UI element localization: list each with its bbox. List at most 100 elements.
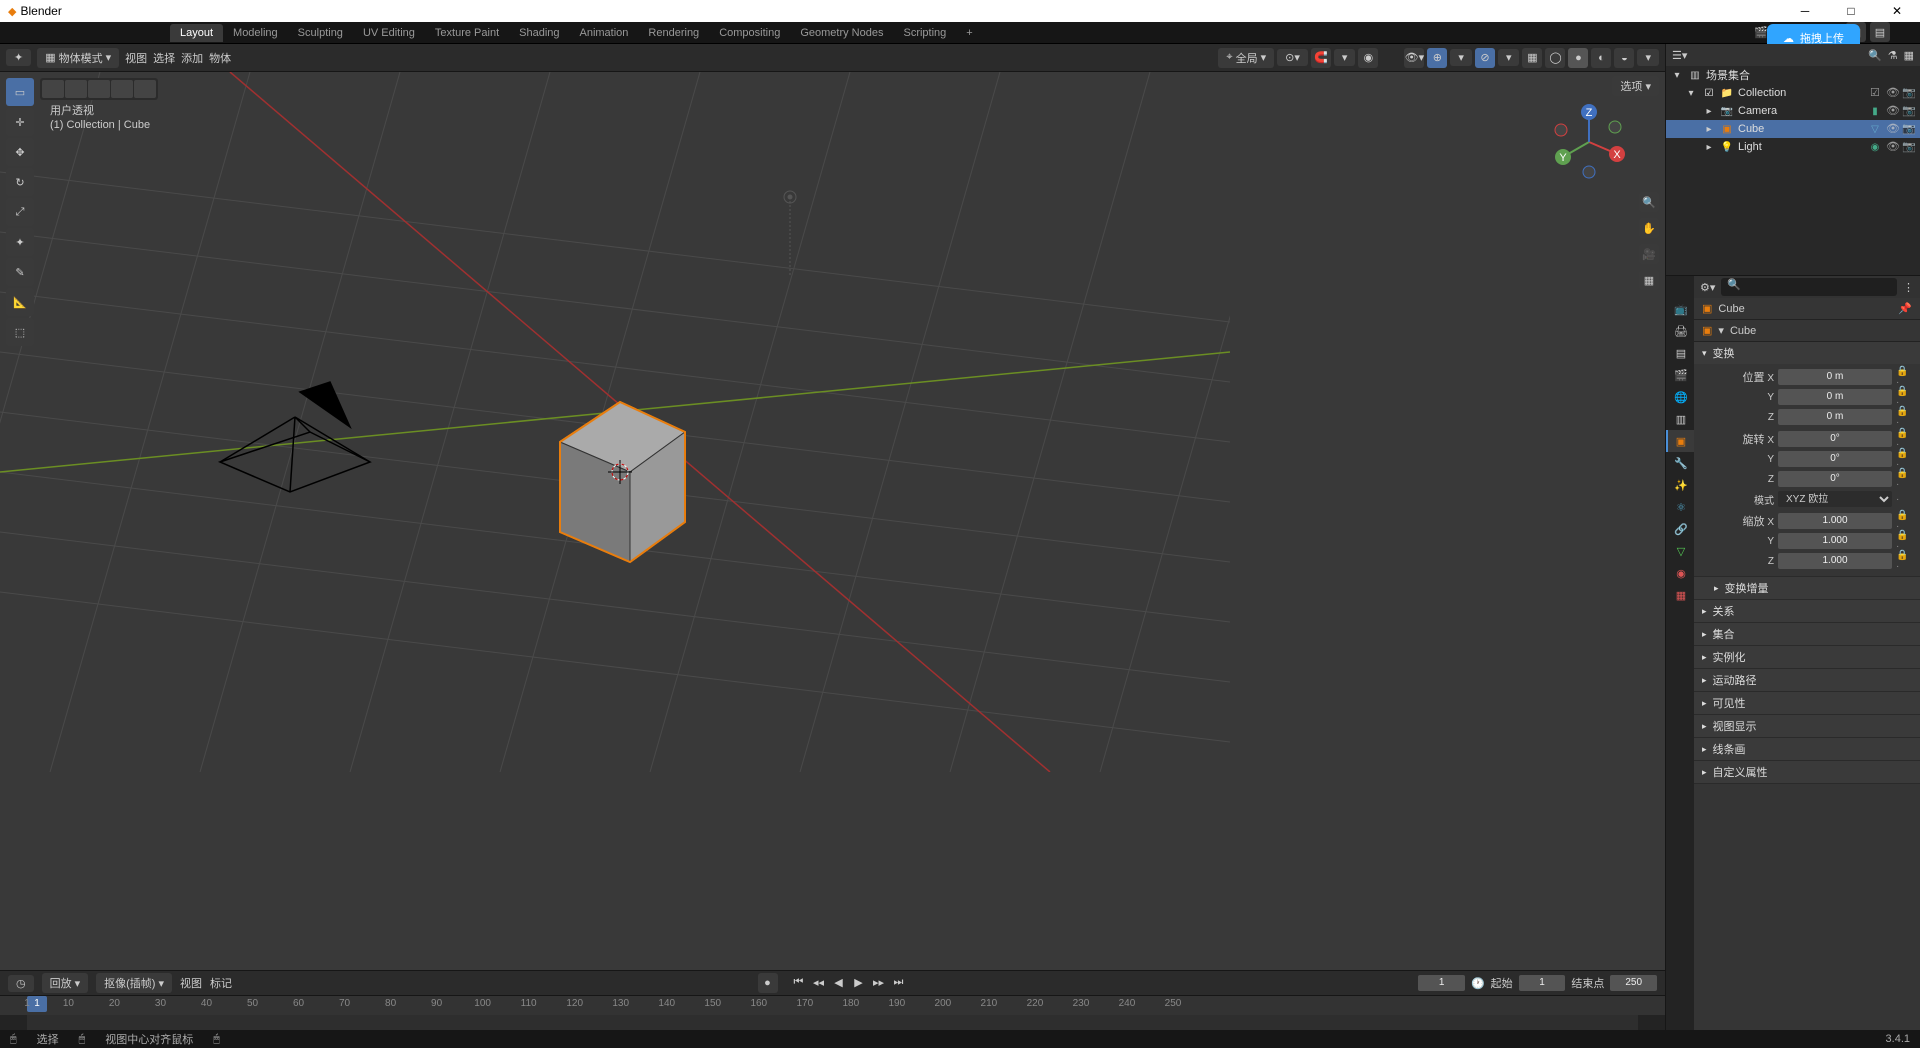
outliner-item-light[interactable]: ▸💡 Light ◉ 👁📷 [1666,138,1920,156]
snap-toggle[interactable]: 🧲 [1311,48,1331,68]
props-type-icon[interactable]: ⚙▾ [1700,281,1715,294]
tab-scripting[interactable]: Scripting [893,24,956,42]
pivot-selector[interactable]: ⊙▾ [1277,49,1308,66]
pan-icon[interactable]: ✋ [1639,218,1659,238]
tab-add[interactable]: + [956,24,982,42]
outliner-item-collection[interactable]: ▾☑📁 Collection ☑👁📷 [1666,84,1920,102]
tool-add-cube[interactable]: ⬚ [6,318,34,346]
tool-scale[interactable]: ⤢ [6,198,34,226]
tool-cursor[interactable]: ✛ [6,108,34,136]
properties-search-input[interactable]: 🔍 [1721,278,1897,296]
prop-tab-world[interactable]: 🌐 [1666,386,1694,408]
play-button[interactable]: ▶ [850,973,868,991]
current-frame-input[interactable]: 1 [1418,975,1465,991]
vp-menu-object[interactable]: 物体 [209,50,231,66]
keyframe-next-button[interactable]: ▸▸ [870,973,888,991]
tool-select-box[interactable]: ▭ [6,78,34,106]
proportional-toggle[interactable]: ◉ [1358,48,1378,68]
editor-type-button[interactable]: ✦ [6,49,31,66]
prop-tab-collection[interactable]: ▥ [1666,408,1694,430]
prop-tab-material[interactable]: ◉ [1666,562,1694,584]
snap-options[interactable]: ▾ [1334,49,1356,66]
panel-viewport-display[interactable]: ▸视图显示 [1694,715,1920,737]
orientation-selector[interactable]: ⌖ 全局 ▾ [1218,48,1274,68]
vp-menu-view[interactable]: 视图 [125,50,147,66]
viewport-options-dropdown[interactable]: 选项 ▾ [1612,76,1659,96]
panel-relations[interactable]: ▸关系 [1694,600,1920,622]
play-reverse-button[interactable]: ◀ [830,973,848,991]
select-mode-2[interactable] [65,80,87,98]
timeline-ruler[interactable]: 1 11020304050607080901001101201301401501… [0,995,1665,1015]
camera-view-icon[interactable]: 🎥 [1639,244,1659,264]
prop-tab-viewlayer[interactable]: ▤ [1666,342,1694,364]
prop-tab-data[interactable]: ▽ [1666,540,1694,562]
3d-viewport[interactable]: ▭ ✛ ✥ ↻ ⤢ ✦ ✎ 📐 ⬚ 用户透视 (1) Collection | … [0,72,1665,970]
panel-collections[interactable]: ▸集合 [1694,623,1920,645]
location-x-input[interactable]: 0 m [1778,369,1892,385]
panel-instancing[interactable]: ▸实例化 [1694,646,1920,668]
outliner-item-cube[interactable]: ▸▣ Cube ▽ 👁📷 [1666,120,1920,138]
vp-menu-add[interactable]: 添加 [181,50,203,66]
tool-move[interactable]: ✥ [6,138,34,166]
select-mode-5[interactable] [134,80,156,98]
prop-tab-physics[interactable]: ⚛ [1666,496,1694,518]
autokey-toggle[interactable]: ● [758,973,778,993]
select-mode-1[interactable] [42,80,64,98]
prop-tab-output[interactable]: 🖨 [1666,320,1694,342]
outliner-new-collection-icon[interactable]: ▦ [1904,49,1914,62]
viewlayer-icon[interactable]: ▤ [1870,22,1890,42]
pin-icon[interactable]: 📌 [1898,302,1912,315]
outliner-type-icon[interactable]: ☰▾ [1672,49,1687,62]
window-minimize-button[interactable]: ─ [1782,0,1828,22]
window-close-button[interactable]: ✕ [1874,0,1920,22]
prop-tab-constraints[interactable]: 🔗 [1666,518,1694,540]
shading-solid[interactable]: ● [1568,48,1588,68]
tab-animation[interactable]: Animation [570,24,639,42]
tab-sculpting[interactable]: Sculpting [288,24,353,42]
rotation-z-input[interactable]: 0° [1778,471,1892,487]
tool-annotate[interactable]: ✎ [6,258,34,286]
perspective-toggle-icon[interactable]: ▦ [1639,270,1659,290]
tab-geonodes[interactable]: Geometry Nodes [790,24,893,42]
timeline-editor-type[interactable]: ◷ [8,975,34,992]
shading-material[interactable]: ◐ [1591,48,1611,68]
panel-motion-paths[interactable]: ▸运动路径 [1694,669,1920,691]
location-z-input[interactable]: 0 m [1778,409,1892,425]
navigation-gizmo[interactable]: X Y Z [1549,102,1629,182]
tab-texturepaint[interactable]: Texture Paint [425,24,509,42]
prop-tab-render[interactable]: 📺 [1666,298,1694,320]
outliner-search-icon[interactable]: 🔍 [1868,49,1882,62]
overlays-options[interactable]: ▾ [1498,49,1520,66]
rotation-mode-select[interactable]: XYZ 欧拉 [1778,491,1892,507]
panel-visibility[interactable]: ▸可见性 [1694,692,1920,714]
select-mode-4[interactable] [111,80,133,98]
rotation-y-input[interactable]: 0° [1778,451,1892,467]
tab-uvediting[interactable]: UV Editing [353,24,425,42]
prop-tab-particles[interactable]: ✨ [1666,474,1694,496]
panel-custom-props[interactable]: ▸自定义属性 [1694,761,1920,783]
prop-tab-texture[interactable]: ▦ [1666,584,1694,606]
timeline-keying[interactable]: 抠像(插帧) ▾ [96,973,172,993]
scale-z-input[interactable]: 1.000 [1778,553,1892,569]
prop-tab-modifiers[interactable]: 🔧 [1666,452,1694,474]
timeline-menu-marker[interactable]: 标记 [210,975,232,991]
prop-tab-object[interactable]: ▣ [1666,430,1694,452]
tab-layout[interactable]: Layout [170,24,223,42]
tab-modeling[interactable]: Modeling [223,24,288,42]
gizmo-toggle[interactable]: ⊕ [1427,48,1447,68]
rotation-x-input[interactable]: 0° [1778,431,1892,447]
jump-end-button[interactable]: ⏭ [890,973,908,991]
zoom-icon[interactable]: 🔍 [1639,192,1659,212]
shading-rendered[interactable]: ◒ [1614,48,1634,68]
tool-measure[interactable]: 📐 [6,288,34,316]
properties-object-name[interactable]: ▣▾Cube [1694,320,1920,342]
xray-toggle[interactable]: ▦ [1522,48,1542,68]
end-frame-input[interactable]: 250 [1610,975,1657,991]
shading-wireframe[interactable]: ◯ [1545,48,1565,68]
panel-delta-transform[interactable]: ▸变换增量 [1694,577,1920,599]
window-maximize-button[interactable]: □ [1828,0,1874,22]
panel-transform-header[interactable]: ▾变换 [1694,342,1920,364]
select-mode-3[interactable] [88,80,110,98]
object-visibility-icon[interactable]: 👁▾ [1404,48,1424,68]
props-options-icon[interactable]: ⋮ [1903,281,1914,294]
